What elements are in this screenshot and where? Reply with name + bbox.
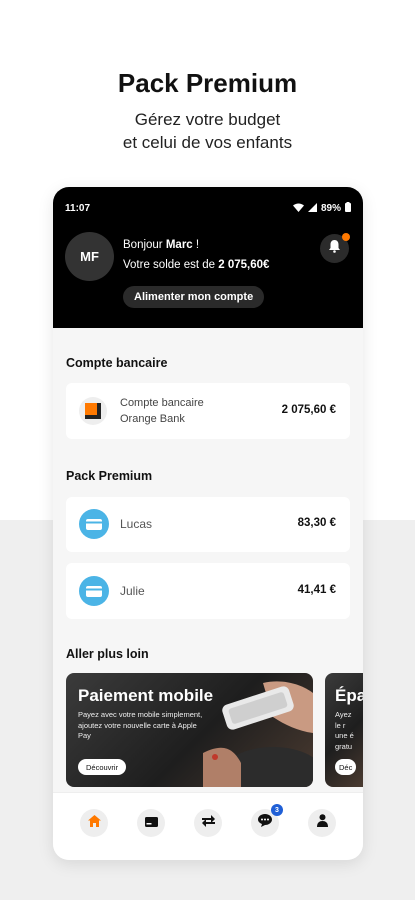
topup-button[interactable]: Alimenter mon compte — [123, 286, 265, 308]
bell-icon — [328, 239, 341, 258]
bottom-nav: 3 — [53, 792, 363, 860]
bank-account-card[interactable]: Compte bancaire Orange Bank 2 075,60 € — [66, 383, 350, 439]
more-section-title: Aller plus loin — [66, 647, 149, 661]
promo-card-title: Paiement mobile — [78, 686, 214, 705]
transfer-icon — [201, 814, 215, 832]
greeting-text: Bonjour Marc ! — [123, 239, 200, 251]
kid-amount: 41,41 € — [297, 584, 336, 596]
kid-amount: 83,30 € — [297, 517, 336, 529]
status-indicators: 89% — [292, 202, 351, 215]
card-icon — [144, 814, 158, 832]
nav-home[interactable] — [80, 809, 108, 837]
promo-subtitle-line2: et celui de vos enfants — [122, 133, 293, 152]
avatar[interactable]: MF — [65, 232, 114, 281]
nav-messages[interactable]: 3 — [251, 804, 283, 837]
savings-card[interactable]: Épa Ayez le r une é gratu Déc — [325, 673, 363, 787]
signal-icon — [307, 202, 317, 215]
promo-subtitle: Gérez votre budget et celui de vos enfan… — [0, 108, 415, 154]
kid-account-card[interactable]: Lucas 83,30 € — [66, 497, 350, 552]
kid-card-icon — [79, 576, 109, 606]
promo-title: Pack Premium — [117, 68, 298, 98]
status-time: 11:07 — [65, 203, 91, 214]
kid-name: Julie — [120, 584, 145, 598]
battery-level: 89% — [320, 203, 341, 214]
kid-account-card[interactable]: Julie 41,41 € — [66, 563, 350, 619]
kid-name: Lucas — [120, 517, 153, 531]
promo-card-description: Ayez le r une é gratu — [335, 710, 354, 751]
nav-transfers[interactable] — [194, 809, 222, 837]
app-header: 11:07 89% MF Bonjour Marc ! Votre solde … — [53, 187, 363, 328]
phone-screen: 11:07 89% MF Bonjour Marc ! Votre solde … — [53, 187, 363, 860]
nav-cards[interactable] — [137, 809, 165, 837]
balance-text: Votre solde est de 2 075,60€ — [123, 259, 270, 271]
promo-card-description: Payez avec votre mobile simplement, ajou… — [78, 710, 203, 740]
bank-section-title: Compte bancaire — [66, 356, 168, 370]
chat-icon — [258, 814, 272, 832]
home-icon — [87, 814, 101, 832]
bank-account-label: Compte bancaire Orange Bank — [120, 397, 204, 425]
phone-hand-illustration — [203, 681, 313, 787]
promo-subtitle-line1: Gérez votre budget — [134, 110, 281, 129]
notification-dot — [342, 233, 350, 241]
premium-section-title: Pack Premium — [66, 469, 153, 483]
nav-profile[interactable] — [308, 809, 336, 837]
discover-button[interactable]: Déc — [335, 759, 357, 775]
orange-bank-logo-icon — [79, 397, 107, 425]
kid-card-icon — [79, 509, 109, 539]
user-name: Marc — [165, 239, 193, 251]
bank-account-amount: 2 075,60 € — [281, 404, 336, 416]
notifications-button[interactable] — [320, 233, 350, 263]
balance-amount: 2 075,60€ — [218, 259, 270, 271]
messages-badge: 3 — [271, 804, 283, 816]
discover-button[interactable]: Découvrir — [78, 759, 127, 775]
wifi-icon — [292, 203, 304, 215]
battery-icon — [345, 202, 351, 215]
promo-card-title: Épa — [335, 686, 363, 705]
profile-icon — [316, 814, 328, 832]
mobile-payment-card[interactable]: Paiement mobile Payez avec votre mobile … — [66, 673, 313, 787]
